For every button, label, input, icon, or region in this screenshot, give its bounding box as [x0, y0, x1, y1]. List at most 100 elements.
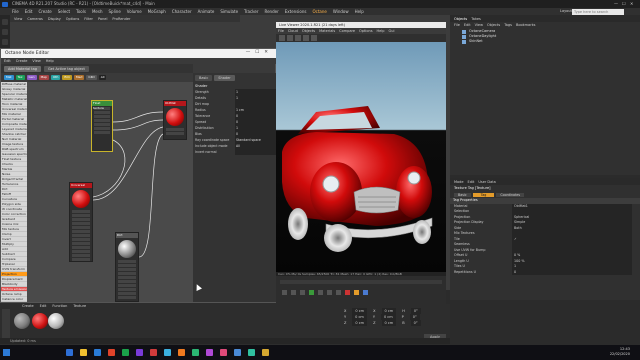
live-viewer-menu-cloud[interactable]: Cloud — [288, 29, 298, 33]
category-chip-c4d[interactable]: C4D — [86, 74, 97, 80]
object-menu-view[interactable]: View — [475, 23, 483, 27]
material-swatch-grey[interactable] — [14, 313, 30, 329]
category-chip-mat[interactable]: Mat — [4, 74, 14, 80]
object-menu-objects[interactable]: Objects — [487, 23, 500, 27]
window-controls[interactable]: — ☐ ✕ — [614, 1, 638, 7]
category-chip-emi[interactable]: Emi — [62, 74, 73, 80]
keyframe-selection-icon[interactable] — [363, 290, 368, 295]
taskbar-app-icon[interactable] — [164, 349, 171, 356]
next-key-icon[interactable] — [327, 290, 332, 295]
region-render-icon[interactable] — [311, 35, 317, 41]
node-menu-edit[interactable]: Edit — [4, 59, 11, 63]
node-menu-view[interactable]: View — [32, 59, 40, 63]
close-icon[interactable]: ✕ — [630, 1, 633, 6]
attr-menu-mode[interactable]: Mode — [454, 180, 464, 184]
viewport-menu-view[interactable]: View — [14, 17, 22, 21]
viewport-menu-options[interactable]: Options — [66, 17, 80, 21]
render-view[interactable] — [276, 42, 446, 272]
live-viewer-menu-objects[interactable]: Objects — [302, 29, 315, 33]
attribute-value-field[interactable]: 0 — [512, 269, 632, 275]
menu-item-mograph[interactable]: MoGraph — [148, 9, 166, 14]
prev-frame-icon[interactable] — [300, 290, 305, 295]
category-chip-gen[interactable]: Gen — [26, 74, 37, 80]
tab-takes[interactable]: Takes — [471, 17, 481, 21]
material-swatch-red[interactable] — [32, 313, 48, 329]
coordinate-value-field[interactable]: 0 cm — [352, 320, 368, 326]
add-material-tag-button[interactable]: Add Material tag — [4, 65, 41, 72]
taskbar-app-icon[interactable] — [234, 349, 241, 356]
coordinate-value-field[interactable]: 0° — [410, 320, 421, 326]
menu-item-select[interactable]: Select — [58, 9, 70, 14]
rotate-tool-icon[interactable] — [2, 39, 8, 45]
dirt-node[interactable]: Dirt — [115, 232, 139, 302]
taskbar-app-icon[interactable] — [262, 349, 269, 356]
live-viewer-menu-gui[interactable]: Gui — [389, 29, 395, 33]
live-viewer-menu-file[interactable]: File — [278, 29, 284, 33]
timeline-ruler[interactable] — [280, 280, 442, 284]
prev-key-icon[interactable] — [291, 290, 296, 295]
viewport-menu-cameras[interactable]: Cameras — [27, 17, 43, 21]
viewport-menu-display[interactable]: Display — [48, 17, 61, 21]
tab-objects[interactable]: Objects — [454, 17, 467, 21]
material-menu-edit[interactable]: Edit — [40, 304, 47, 308]
tab-basic[interactable]: Basic — [195, 75, 213, 81]
taskbar-app-icon[interactable] — [220, 349, 227, 356]
universal-material-node[interactable]: Universal — [69, 182, 93, 262]
send-scene-icon[interactable] — [279, 35, 285, 41]
last-frame-icon[interactable] — [336, 290, 341, 295]
node-menu-help[interactable]: Help — [46, 59, 54, 63]
menu-item-volume[interactable]: Volume — [127, 9, 142, 14]
material-menu-texture[interactable]: Texture — [73, 304, 86, 308]
get-active-tag-button[interactable]: Get Active tag object — [43, 65, 89, 72]
menu-item-spline[interactable]: Spline — [108, 9, 120, 14]
attr-menu-edit[interactable]: Edit — [468, 180, 475, 184]
stop-render-icon[interactable] — [303, 35, 309, 41]
menu-item-create[interactable]: Create — [38, 9, 51, 14]
category-chip-map[interactable]: Map — [38, 74, 49, 80]
menu-item-tracker[interactable]: Tracker — [244, 9, 258, 14]
object-list[interactable]: OctaneCamera OctaneDaylight SkinNet — [450, 29, 640, 44]
menu-item-mesh[interactable]: Mesh — [92, 9, 103, 14]
node-canvas[interactable]: Float texture OldMat Universal Dirt — [27, 82, 193, 302]
viewport-menu-panel[interactable]: Panel — [98, 17, 107, 21]
object-menu-edit[interactable]: Edit — [464, 23, 471, 27]
scale-tool-icon[interactable] — [2, 29, 8, 35]
material-layer-strip[interactable] — [2, 309, 10, 339]
first-frame-icon[interactable] — [282, 290, 287, 295]
menu-item-edit[interactable]: Edit — [25, 9, 33, 14]
taskbar-app-icon[interactable] — [108, 349, 115, 356]
next-frame-icon[interactable] — [318, 290, 323, 295]
node-list[interactable]: Diffuse material Glossy material Specular … — [1, 82, 27, 302]
taskbar-app-icon[interactable] — [248, 349, 255, 356]
universal-material-output-node[interactable]: OldMat — [163, 100, 187, 140]
autokey-icon[interactable] — [354, 290, 359, 295]
live-viewer-menu-help[interactable]: Help — [377, 29, 385, 33]
menu-item-animate[interactable]: Animate — [198, 9, 215, 14]
live-viewer-menu-materials[interactable]: Materials — [319, 29, 335, 33]
material-menu-create[interactable]: Create — [22, 304, 34, 308]
menu-item-help[interactable]: Help — [355, 9, 364, 14]
tab-basic[interactable]: Basic — [454, 192, 471, 197]
viewport-menu-filter[interactable]: Filter — [84, 17, 93, 21]
taskbar-app-icon[interactable] — [192, 349, 199, 356]
coordinate-value-field[interactable]: 0 cm — [381, 320, 397, 326]
maximize-icon[interactable]: ☐ — [622, 1, 626, 6]
live-viewer-menu-options[interactable]: Options — [359, 29, 373, 33]
tab-shader[interactable]: Shader — [214, 75, 235, 81]
category-chip-all[interactable]: All — [98, 74, 107, 80]
timeline[interactable] — [276, 276, 446, 304]
taskbar-app-icon[interactable] — [66, 349, 73, 356]
object-name[interactable]: SkinNet — [469, 39, 483, 44]
menu-item-render[interactable]: Render — [264, 9, 278, 14]
object-row[interactable]: SkinNet — [450, 39, 640, 44]
restart-render-icon[interactable] — [287, 35, 293, 41]
move-tool-icon[interactable] — [2, 19, 8, 25]
object-menu-tags[interactable]: Tags — [504, 23, 512, 27]
category-chip-tex[interactable]: Tex — [15, 74, 25, 80]
record-icon[interactable] — [345, 290, 350, 295]
play-icon[interactable] — [309, 290, 314, 295]
live-viewer-menu-compare[interactable]: Compare — [339, 29, 355, 33]
menu-item-extensions[interactable]: Extensions — [285, 9, 307, 14]
menu-item-simulate[interactable]: Simulate — [220, 9, 238, 14]
minimize-icon[interactable]: — — [614, 1, 618, 6]
